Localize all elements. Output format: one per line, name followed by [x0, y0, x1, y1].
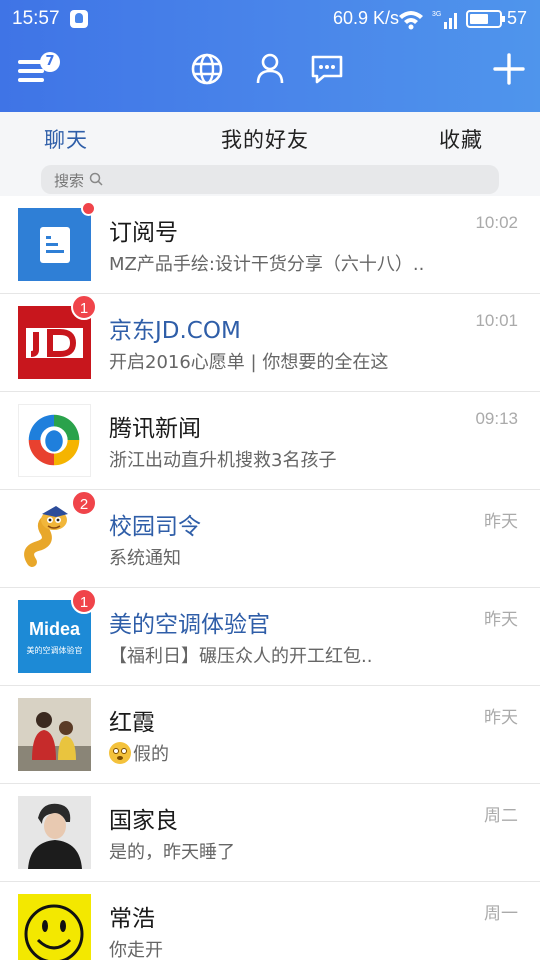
conversation-name: 腾讯新闻 — [109, 416, 201, 442]
globe-icon[interactable] — [190, 52, 224, 86]
wifi-icon — [399, 11, 423, 30]
list-item[interactable]: 国家良 是的，昨天睡了 周二 — [0, 784, 540, 882]
conversation-name: 常浩 — [109, 906, 155, 932]
contacts-icon[interactable] — [253, 52, 287, 86]
conversation-time: 10:01 — [475, 311, 518, 330]
search-area: 搜索 — [0, 164, 540, 196]
tab-bar: 聊天 我的好友 收藏 — [0, 112, 540, 164]
tab-favorites[interactable]: 收藏 — [439, 124, 483, 154]
list-item[interactable]: Midea 美的空调体验官 1 美的空调体验官 【福利日】碾压众人的开工红包..… — [0, 588, 540, 686]
conversation-name: 京东JD.COM — [109, 318, 241, 344]
conversation-preview: 【福利日】碾压众人的开工红包.. — [109, 646, 373, 667]
list-item[interactable]: 常浩 你走开 周一 — [0, 882, 540, 960]
conversation-name: 红霞 — [109, 710, 155, 736]
conversation-time: 周二 — [484, 806, 518, 825]
app-header: 15:57 60.9 K/s 3G 57 7 — [0, 0, 540, 112]
photo-avatar — [18, 698, 91, 771]
conversation-preview: 你走开 — [109, 940, 163, 960]
conversation-time: 周一 — [484, 904, 518, 923]
list-item[interactable]: 红霞 假的 昨天 — [0, 686, 540, 784]
conversation-name: 订阅号 — [109, 220, 178, 246]
conversation-name: 国家良 — [109, 808, 178, 834]
tab-chat[interactable]: 聊天 — [44, 124, 88, 154]
unread-badge: 1 — [71, 588, 97, 614]
conversation-preview: MZ产品手绘:设计干货分享（六十八）.. — [109, 254, 425, 275]
status-time: 15:57 — [12, 8, 60, 29]
subscription-icon — [18, 208, 91, 281]
menu-line — [18, 78, 44, 82]
conversation-preview: 浙江出动直升机搜救3名孩子 — [109, 450, 337, 471]
search-input[interactable]: 搜索 — [41, 165, 499, 194]
conversation-time: 昨天 — [484, 610, 518, 629]
message-icon[interactable] — [310, 52, 344, 86]
list-item[interactable]: 1 京东JD.COM 开启2016心愿单 | 你想要的全在这 10:01 — [0, 294, 540, 392]
smiley-avatar — [18, 894, 91, 960]
conversation-name: 美的空调体验官 — [109, 612, 270, 638]
tencent-news-logo — [18, 404, 91, 477]
midea-logo-text: Midea — [28, 619, 80, 639]
qq-notification-icon — [70, 10, 88, 28]
search-placeholder: 搜索 — [54, 172, 85, 190]
conversation-time: 09:13 — [475, 409, 518, 428]
conversation-preview: 系统通知 — [109, 548, 181, 569]
menu-notification-badge: 7 — [40, 52, 60, 72]
confused-emoji-icon — [109, 742, 131, 764]
network-speed: 60.9 K/s — [333, 8, 400, 28]
conversation-preview: 假的 — [109, 740, 449, 766]
list-item[interactable]: 订阅号 MZ产品手绘:设计干货分享（六十八）.. 10:02 — [0, 196, 540, 294]
photo-avatar — [18, 796, 91, 869]
unread-dot — [81, 201, 96, 216]
conversation-time: 昨天 — [484, 512, 518, 531]
conversation-time: 10:02 — [475, 213, 518, 232]
list-item[interactable]: 腾讯新闻 浙江出动直升机搜救3名孩子 09:13 — [0, 392, 540, 490]
signal-icon: 3G — [432, 11, 457, 29]
unread-badge: 1 — [71, 294, 97, 320]
conversation-preview-text: 假的 — [133, 744, 169, 765]
conversation-preview: 是的，昨天睡了 — [109, 842, 235, 863]
midea-logo-subtext: 美的空调体验官 — [26, 646, 83, 655]
conversation-name: 校园司令 — [109, 514, 201, 540]
search-icon — [89, 172, 103, 186]
list-item[interactable]: 2 校园司令 系统通知 昨天 — [0, 490, 540, 588]
svg-text:3G: 3G — [432, 11, 441, 18]
conversation-preview: 开启2016心愿单 | 你想要的全在这 — [109, 352, 389, 373]
battery-level: 57 — [507, 8, 528, 28]
battery-icon — [466, 10, 505, 28]
tab-friends[interactable]: 我的好友 — [221, 124, 309, 154]
conversation-time: 昨天 — [484, 708, 518, 727]
unread-badge: 2 — [71, 490, 97, 516]
add-icon[interactable] — [492, 52, 526, 86]
menu-line — [18, 69, 44, 73]
status-bar: 15:57 60.9 K/s 3G 57 — [0, 0, 540, 38]
